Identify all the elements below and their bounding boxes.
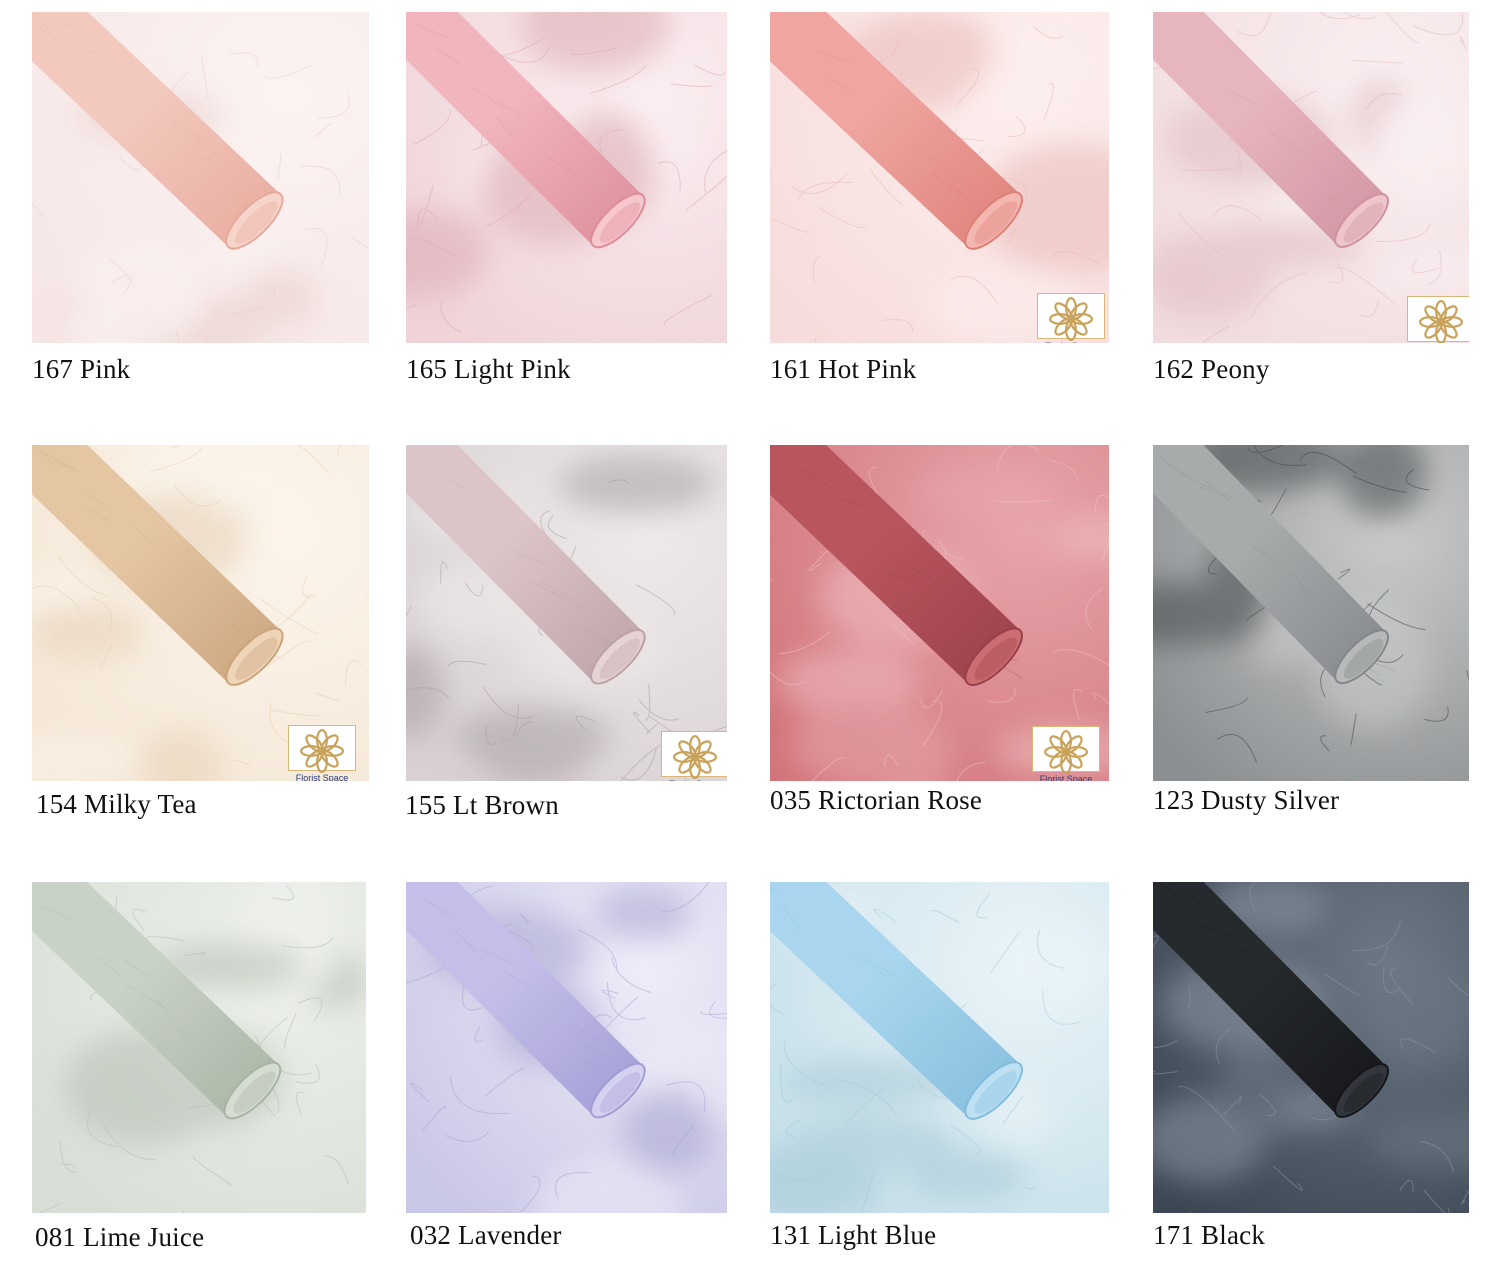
swatch-photo	[770, 882, 1109, 1213]
swatch-161-hot-pink: Florist Space 161 Hot Pink	[770, 12, 1109, 387]
swatch-label: 155 Lt Brown	[405, 790, 559, 820]
swatch-photo: Florist Space	[770, 12, 1109, 343]
swatch-photo: Florist Space	[1153, 12, 1469, 343]
swatch-photo	[406, 882, 727, 1213]
paper-roll-image	[406, 12, 727, 343]
swatch-photo	[32, 882, 366, 1213]
swatch-label: 123 Dusty Silver	[1153, 785, 1340, 815]
logo-text: Florist Space	[295, 773, 349, 781]
swatch-label: 032 Lavender	[410, 1220, 562, 1250]
swatch-photo: Florist Space	[406, 445, 727, 781]
mandala-logo-icon	[1049, 297, 1093, 341]
swatch-photo	[406, 12, 727, 343]
mandala-logo-icon	[300, 729, 344, 773]
mandala-logo-icon	[1044, 730, 1088, 774]
swatch-label: 161 Hot Pink	[770, 354, 917, 384]
swatch-035-rictorian-rose: Florist Space 035 Rictorian Rose	[770, 445, 1109, 825]
swatch-155-lt-brown: Florist Space 155 Lt Brown	[405, 445, 727, 825]
swatch-171-black: 171 Black	[1153, 882, 1469, 1257]
mandala-logo-icon	[1419, 300, 1463, 343]
swatch-grid: 167 Pink 165 Light Pink Florist Space 161 H…	[0, 0, 1500, 1270]
swatch-123-dusty-silver: 123 Dusty Silver	[1153, 445, 1469, 825]
swatch-photo	[1153, 445, 1469, 781]
paper-roll-image	[770, 882, 1109, 1213]
logo-text: Florist Space	[1038, 341, 1104, 343]
swatch-label: 035 Rictorian Rose	[770, 785, 983, 815]
swatch-154-milky-tea: Florist Space 154 Milky Tea	[32, 445, 369, 825]
florist-space-logo: Florist Space	[1407, 296, 1469, 343]
florist-space-logo: Florist Space	[1032, 726, 1100, 781]
swatch-label: 131 Light Blue	[770, 1220, 937, 1250]
paper-roll-image	[1153, 12, 1469, 343]
logo-text: Florist Space	[1039, 774, 1093, 781]
paper-roll-image	[32, 882, 366, 1213]
swatch-162-peony: Florist Space 162 Peony	[1153, 12, 1469, 387]
swatch-label: 165 Light Pink	[406, 354, 571, 384]
swatch-081-lime-juice: 081 Lime Juice	[32, 882, 366, 1257]
swatch-label: 167 Pink	[32, 354, 131, 384]
paper-roll-image	[32, 12, 369, 343]
swatch-photo	[1153, 882, 1469, 1213]
florist-space-logo: Florist Space	[1037, 293, 1105, 343]
swatch-photo: Florist Space	[770, 445, 1109, 781]
swatch-label: 162 Peony	[1153, 354, 1270, 384]
swatch-032-lavender: 032 Lavender	[406, 882, 727, 1257]
swatch-photo: Florist Space	[32, 445, 369, 781]
paper-roll-image	[1153, 445, 1469, 781]
florist-space-logo: Florist Space	[288, 725, 356, 781]
logo-text: Florist Space	[662, 779, 727, 781]
florist-space-logo: Florist Space	[661, 731, 727, 781]
swatch-label: 081 Lime Juice	[35, 1222, 205, 1252]
paper-roll-image	[406, 882, 727, 1213]
swatch-131-light-blue: 131 Light Blue	[770, 882, 1109, 1257]
swatch-165-light-pink: 165 Light Pink	[406, 12, 727, 387]
swatch-photo	[32, 12, 369, 343]
swatch-label: 171 Black	[1153, 1220, 1266, 1250]
swatch-label: 154 Milky Tea	[36, 789, 197, 819]
mandala-logo-icon	[673, 735, 717, 779]
paper-roll-image	[1153, 882, 1469, 1213]
swatch-167-pink: 167 Pink	[32, 12, 369, 387]
